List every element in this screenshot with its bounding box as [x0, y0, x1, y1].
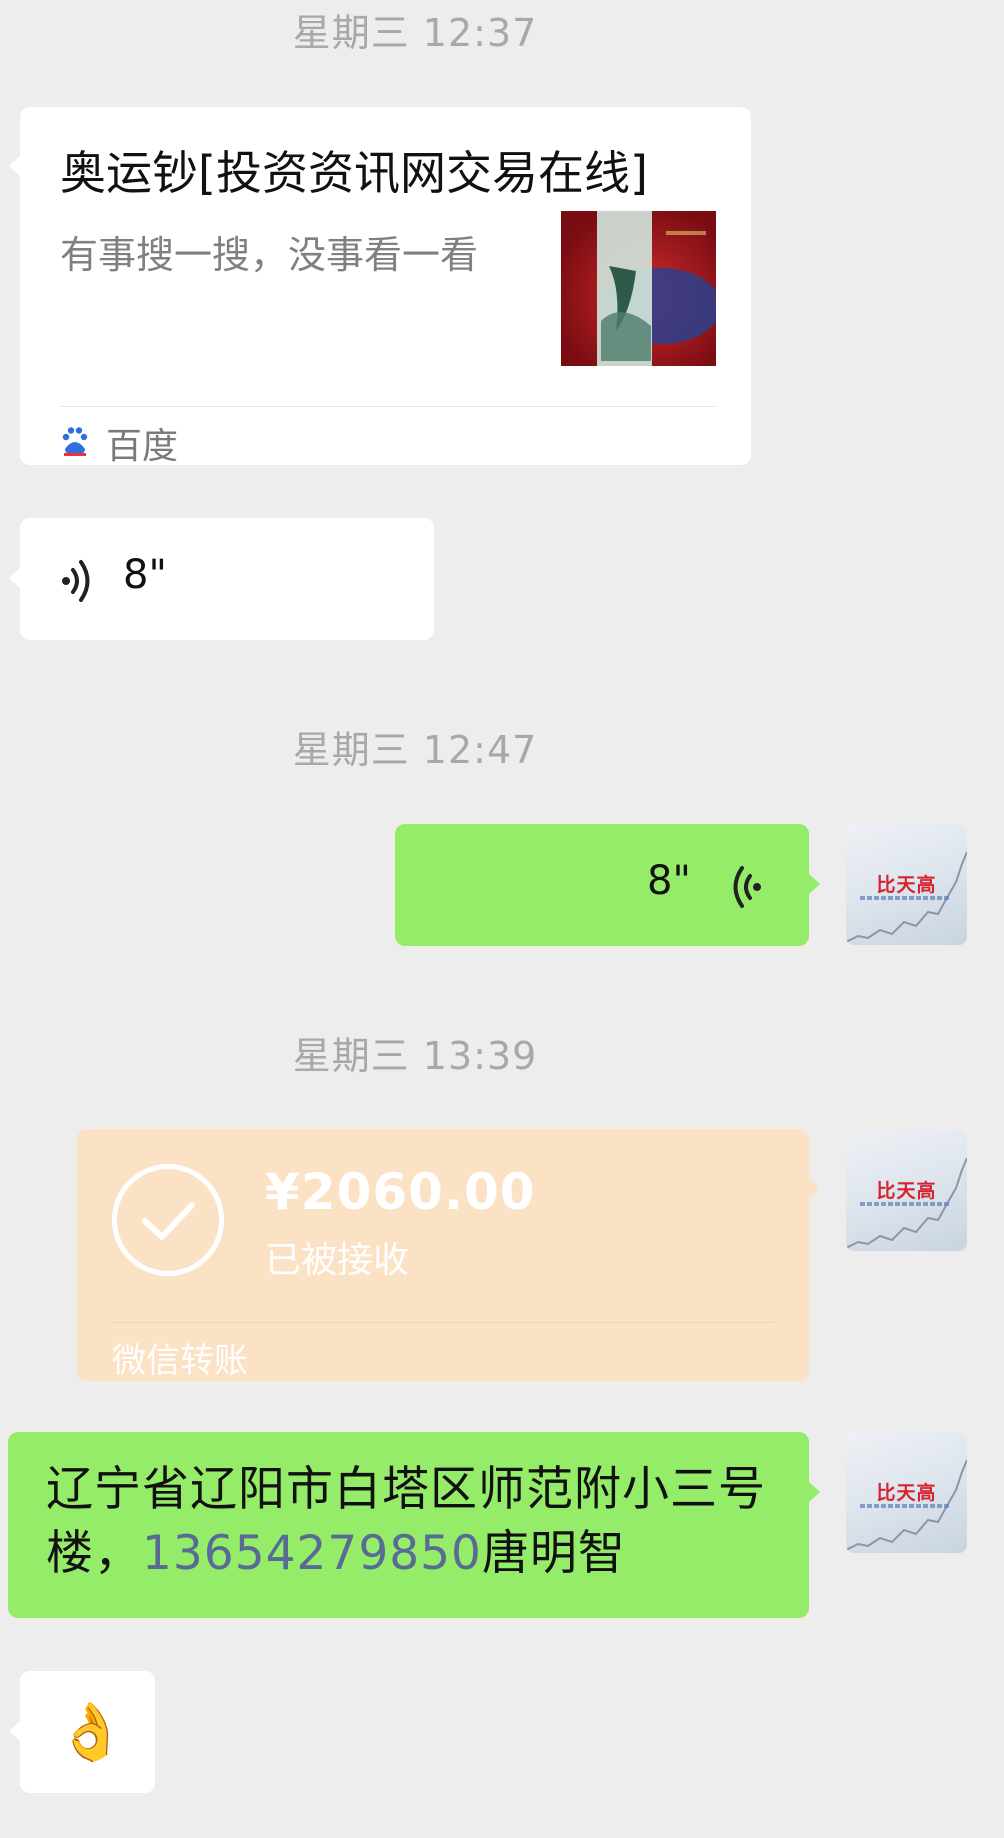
timestamp: 星期三 12:37: [292, 11, 538, 55]
avatar-title: 比天高: [876, 874, 937, 896]
avatar[interactable]: 比天高: [846, 1130, 967, 1251]
link-card-title: 奥运钞[投资资讯网交易在线]: [60, 146, 648, 200]
bubble-tail: [9, 567, 21, 589]
avatar[interactable]: 比天高: [846, 824, 967, 945]
link-card-description: 有事搜一搜，没事看一看: [60, 233, 479, 277]
ok-hand-icon: 👌: [56, 1700, 126, 1765]
voice-duration: 8": [647, 858, 691, 904]
avatar-decoration: [860, 896, 950, 900]
bubble-tail: [808, 1178, 820, 1200]
divider: [112, 1322, 774, 1323]
voice-message-received[interactable]: 8": [9, 518, 434, 640]
transfer-label: 微信转账: [112, 1341, 248, 1381]
link-card-message[interactable]: 奥运钞[投资资讯网交易在线] 有事搜一搜，没事看一看 百度: [9, 107, 751, 467]
voice-message-sent[interactable]: 8": [395, 824, 820, 946]
bubble-tail: [9, 1720, 21, 1742]
message-text: 辽宁省辽阳市白塔区师范附小三号楼，13654279850唐明智: [46, 1458, 786, 1586]
link-card-source: 百度: [106, 426, 179, 467]
recipient-name: 唐明智: [481, 1526, 626, 1581]
emoji-message-received[interactable]: 👌: [9, 1671, 155, 1793]
avatar-decoration: [860, 1504, 950, 1508]
avatar-title: 比天高: [876, 1180, 937, 1202]
bubble-tail: [808, 873, 820, 895]
transfer-status: 已被接收: [265, 1240, 410, 1281]
baidu-paw-icon: [60, 425, 90, 457]
avatar-title: 比天高: [876, 1482, 937, 1504]
link-card-thumbnail: [561, 211, 716, 366]
voice-duration: 8": [123, 552, 167, 598]
timestamp: 星期三 13:39: [292, 1034, 538, 1078]
phone-number-link[interactable]: 13654279850: [142, 1526, 482, 1581]
voice-wave-icon: [60, 558, 96, 608]
bubble-tail: [9, 155, 21, 177]
bubble-tail: [808, 1481, 820, 1503]
check-circle-icon: [112, 1164, 224, 1276]
transfer-message[interactable]: ¥2060.00 已被接收 微信转账: [77, 1129, 820, 1381]
timestamp: 星期三 12:47: [292, 728, 538, 772]
divider: [60, 406, 715, 407]
avatar-decoration: [860, 1202, 950, 1206]
transfer-amount: ¥2060.00: [265, 1163, 536, 1221]
avatar[interactable]: 比天高: [846, 1432, 967, 1553]
text-message-sent[interactable]: 辽宁省辽阳市白塔区师范附小三号楼，13654279850唐明智: [8, 1432, 820, 1618]
voice-wave-icon: [727, 864, 763, 914]
